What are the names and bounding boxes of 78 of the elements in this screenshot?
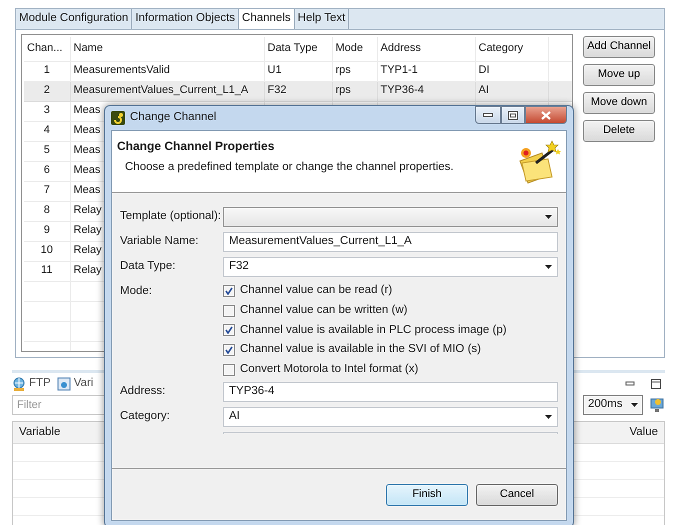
caret-icon xyxy=(545,414,552,419)
check-icon xyxy=(225,326,233,334)
side-button[interactable]: Delete xyxy=(583,120,655,142)
monitor-icon xyxy=(649,397,665,413)
table-cell: 5 xyxy=(24,141,70,161)
text-field[interactable]: TYP36-4 xyxy=(223,382,558,402)
field-label: Template (optional): xyxy=(120,209,222,224)
table-cell: DI xyxy=(475,61,548,81)
column-header[interactable]: Value xyxy=(629,426,658,440)
column-header[interactable]: Data Type xyxy=(264,37,332,61)
column-header[interactable]: Variable xyxy=(19,426,60,440)
maximize-icon xyxy=(651,379,661,389)
text-field[interactable]: MeasurementValues_Current_L1_A xyxy=(223,232,558,252)
checkbox[interactable] xyxy=(223,364,235,376)
table-cell: rps xyxy=(332,61,377,81)
column-header[interactable]: Category xyxy=(475,37,548,61)
table-cell: 6 xyxy=(24,161,70,181)
table-cell: 11 xyxy=(24,261,70,281)
check-icon xyxy=(225,346,233,354)
close-icon xyxy=(541,110,551,120)
table-cell: MeasurementValues_Current_L1_A xyxy=(70,81,264,101)
app-icon xyxy=(111,111,125,125)
table-cell: 8 xyxy=(24,201,70,221)
globe-icon xyxy=(12,377,26,391)
table-cell: F32 xyxy=(264,81,332,101)
checkbox-label: Channel value can be read (r) xyxy=(240,284,392,298)
refresh-rate-dropdown[interactable]: 200ms xyxy=(583,395,643,415)
checkbox[interactable] xyxy=(223,344,235,356)
dropdown[interactable] xyxy=(223,207,558,227)
caret-icon xyxy=(631,403,638,407)
view-tab[interactable]: Vari xyxy=(56,377,94,391)
column-header[interactable]: Name xyxy=(70,37,264,61)
tab[interactable]: Channels xyxy=(239,9,295,29)
table-cell: U1 xyxy=(264,61,332,81)
checkbox[interactable] xyxy=(223,304,235,317)
table-cell: 2 xyxy=(24,81,70,101)
checkbox[interactable] xyxy=(223,324,235,336)
field-label: Mode: xyxy=(120,284,153,299)
field-label: Data Type: xyxy=(120,259,176,274)
dialog-button[interactable]: Cancel xyxy=(476,484,558,506)
caret-icon xyxy=(545,265,552,269)
table-cell: TYP1-1 xyxy=(377,61,475,81)
caret-icon xyxy=(545,215,552,219)
minimize-icon xyxy=(483,113,493,117)
close-button[interactable] xyxy=(525,106,567,124)
tab[interactable]: Help Text xyxy=(294,9,350,29)
checkbox-label: Channel value is available in the SVI of MIO (s) xyxy=(240,343,481,358)
maximize-icon xyxy=(508,110,518,120)
side-button[interactable]: Move down xyxy=(583,92,655,114)
view-tab[interactable]: FTP xyxy=(12,377,51,391)
table-cell: TYP36-4 xyxy=(377,81,475,101)
maximize-button[interactable] xyxy=(501,106,525,124)
table-cell: AI xyxy=(475,81,548,101)
window-icon xyxy=(56,377,71,391)
field-label: Category: xyxy=(120,408,171,424)
side-button[interactable]: Move up xyxy=(583,64,655,86)
column-header[interactable]: Mode xyxy=(332,37,377,61)
field-label: Address: xyxy=(120,384,166,399)
dialog-button[interactable]: Finish xyxy=(386,484,468,506)
table-cell: rps xyxy=(332,81,377,101)
table-cell: 7 xyxy=(24,181,70,201)
checkbox[interactable] xyxy=(223,284,235,297)
table-cell: 10 xyxy=(24,241,70,261)
table-cell: 4 xyxy=(24,121,70,141)
minimize-button[interactable] xyxy=(475,106,501,124)
column-header[interactable]: Chan... xyxy=(24,37,70,61)
table-cell: 9 xyxy=(24,221,70,241)
checkbox-label: Channel value can be written (w) xyxy=(240,304,408,318)
checkbox-label: Channel value is available in PLC process image (p) xyxy=(240,324,507,338)
checkbox-label: Convert Motorola to Intel format (x) xyxy=(240,363,418,377)
dropdown[interactable]: F32 xyxy=(223,257,558,277)
check-icon xyxy=(225,286,233,295)
table-cell: MeasurementsValid xyxy=(70,61,264,81)
dropdown[interactable]: AI xyxy=(223,406,558,427)
column-header[interactable]: Address xyxy=(377,37,475,61)
table-cell: 1 xyxy=(24,61,70,81)
table-cell: 3 xyxy=(24,101,70,121)
side-button[interactable]: Add Channel xyxy=(583,36,655,58)
